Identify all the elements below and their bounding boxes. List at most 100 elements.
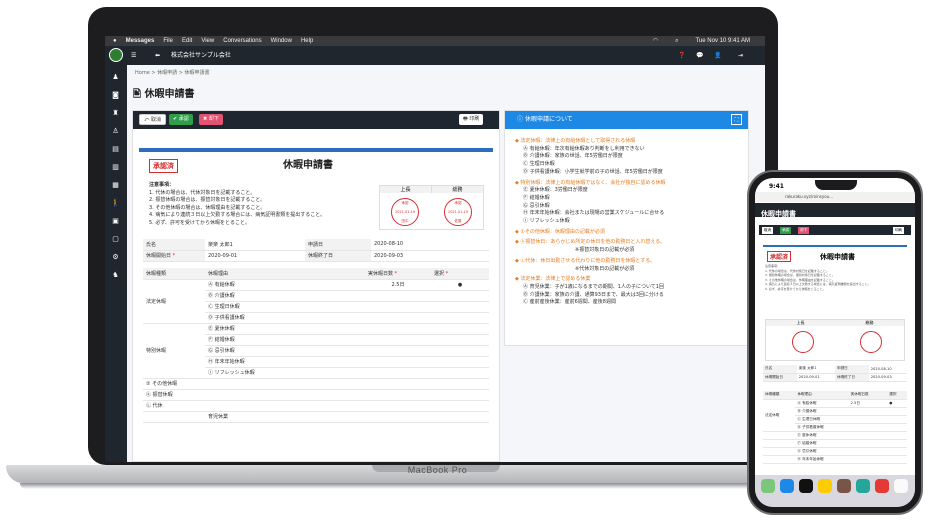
crumb-leave[interactable]: 休暇申請 — [157, 70, 177, 76]
info-line: ◆ 法定休業：法律上で認める休業 — [515, 276, 591, 283]
music-app-icon[interactable] — [894, 479, 908, 493]
menu-file[interactable]: File — [163, 36, 173, 46]
info-line: Ⓕ 結婚休暇 — [523, 194, 550, 201]
phone-time: 9:41 — [769, 183, 784, 190]
stamp-general: 承認 2021.01.19 佐藤 — [444, 198, 472, 226]
document-card: ⤺ 取消 ✔ 承認 ✖ 却下 🖶 印刷 承認済 休暇申請書 注意事項： 1. 代… — [132, 110, 500, 462]
notes: 注意事項： 1. 代休の場合は、代休対象日を記載すること。 2. 振替休暇の場合は… — [149, 182, 326, 226]
app-icon-5[interactable] — [837, 479, 851, 493]
page-title: 🖹 休暇申請書 — [133, 89, 195, 100]
breadcrumb: Home > 休暇申請 > 休暇申請書 — [135, 70, 210, 76]
phone-stamps: 上長 総務 — [765, 319, 905, 361]
file-icon[interactable]: ▥ — [111, 163, 120, 171]
help-icon[interactable]: ❓ — [678, 46, 685, 65]
withdraw-button[interactable]: ⤺ 取消 — [139, 114, 166, 125]
phone-stamp-2 — [860, 331, 882, 353]
info-line: Ⓓ 子供看護休暇：小学生就学前の子の世話、年5労働日が限度 — [523, 168, 663, 175]
walk-icon[interactable]: 🚶 — [111, 199, 120, 207]
approve-button[interactable]: ✔ 承認 — [169, 114, 193, 125]
sidebar: ♟ ◙ ♜ ♙ ▤ ▥ ▦ 🚶 ▣ ▢ ⚙ ♞ — [105, 65, 127, 462]
org-icon[interactable]: ♙ — [111, 127, 120, 135]
photos-app-icon[interactable] — [761, 479, 775, 493]
logout-icon[interactable]: ⇥ — [738, 46, 743, 65]
mac-menubar: ● Messages File Edit View Conversations … — [105, 36, 765, 46]
macbook-label: MacBook Pro — [407, 465, 468, 475]
menu-help[interactable]: Help — [301, 36, 313, 46]
phone-toolbar: 取消 承認 却下 印刷 — [759, 225, 911, 235]
approval-stamps: 上長 総務 承認 2021.01.19 田中 承認 2021.01.19 佐藤 — [379, 185, 484, 230]
crumb-current: 休暇申請書 — [184, 70, 210, 76]
app-icon-4[interactable] — [818, 479, 832, 493]
wifi-icon[interactable]: ◠ — [653, 36, 658, 46]
phone-leave-table: 休暇種類 休暇理由 実休暇日数 選択 法定休暇 Ⓐ 有給休暇 2.5日 ● Ⓑ 介護休暇 Ⓒ… — [763, 391, 907, 464]
hamburger-icon[interactable]: ☰ — [131, 46, 136, 65]
info-line: ◆ ①その他休暇：休暇理由の記載が必須 — [515, 228, 605, 235]
laptop-screen: ● Messages File Edit View Conversations … — [105, 36, 765, 462]
info-line: Ⓗ 年末年始休暇：会社または現場の営業スケジュールに合せる — [523, 210, 665, 217]
search-icon[interactable]: ⌕ — [675, 36, 678, 46]
clock[interactable]: Tue Nov 10 9:41 AM — [696, 36, 750, 46]
back-icon[interactable]: ⬅ — [155, 46, 160, 65]
crumb-home[interactable]: Home — [135, 70, 150, 76]
expand-icon[interactable]: ⛶ — [731, 114, 742, 125]
app-icon-7[interactable] — [875, 479, 889, 493]
main-content: Home > 休暇申請 > 休暇申請書 🖹 休暇申請書 ⤺ 取消 ✔ 承認 ✖ … — [127, 65, 765, 462]
app-icon-6[interactable] — [856, 479, 870, 493]
menu-edit[interactable]: Edit — [182, 36, 192, 46]
applicant-table: 氏名 楽楽 太郎1 申請日 2020-08-10 休暇開始日 * 2020-09-01 休… — [143, 239, 489, 262]
reject-button[interactable]: ✖ 却下 — [199, 114, 223, 125]
doc-header-bar — [139, 148, 493, 152]
menu-conversations[interactable]: Conversations — [223, 36, 261, 46]
company-name: 株式会社サンプル会社 — [171, 52, 231, 59]
info-header: ⓘ 休暇申請について ⛶ — [505, 111, 748, 129]
phone-approve-button[interactable]: 承認 — [780, 227, 791, 234]
people-icon[interactable]: ♜ — [111, 109, 120, 117]
phone-screen: 9:41 rakuraku.xyz/roinsyou... 休暇申請書 取消 承… — [755, 178, 915, 507]
leave-table: 休暇種類 休暇理由 実休暇日数 * 選択 * 法定休暇 Ⓐ 有給休暇 2.5日 ● Ⓑ 介護… — [143, 268, 489, 423]
phone-doc-title: 休暇申請書 — [820, 253, 855, 261]
info-line: Ⓒ 生理日休暇 — [523, 161, 555, 168]
phone-reject-button[interactable]: 却下 — [798, 227, 809, 234]
admin-icon[interactable]: ♞ — [111, 271, 120, 279]
document-icon[interactable]: ▤ — [111, 145, 120, 153]
company-logo[interactable] — [109, 48, 123, 62]
status-stamp: 承認済 — [149, 159, 178, 173]
info-card: ⓘ 休暇申請について ⛶ ◆ 法定休暇：法律上の有給休暇として取得される休暇 Ⓐ 有… — [504, 110, 749, 346]
menu-view[interactable]: View — [201, 36, 214, 46]
doc-toolbar: ⤺ 取消 ✔ 承認 ✖ 却下 🖶 印刷 — [133, 111, 499, 129]
settings-icon[interactable]: ⚙ — [111, 253, 120, 261]
apple-icon[interactable]: ● — [113, 36, 117, 46]
phone-status-stamp: 承認済 — [767, 251, 792, 262]
phone-withdraw-button[interactable]: 取消 — [762, 227, 773, 234]
menu-window[interactable]: Window — [271, 36, 292, 46]
user-icon[interactable]: 👤 — [714, 46, 721, 65]
appstore-app-icon[interactable] — [780, 479, 794, 493]
leave-item[interactable]: Ⓐ 有給休暇 — [205, 279, 365, 291]
info-line: Ⓒ 産前産後休業：産前6週間、産後8週間 — [523, 299, 616, 306]
info-icon: ⓘ — [517, 116, 524, 123]
info-line: ※代休対象日の記載が必須 — [575, 265, 635, 272]
info-line: ※振替対象日の記載が必須 — [575, 247, 635, 254]
profile-icon[interactable]: ◙ — [111, 91, 120, 99]
menu-messages[interactable]: Messages — [126, 36, 155, 46]
truck-icon[interactable]: ▦ — [111, 181, 120, 189]
building-icon[interactable]: ▢ — [111, 235, 120, 243]
calendar-icon[interactable]: ▣ — [111, 217, 120, 225]
document-icon: 🖹 — [133, 89, 142, 100]
info-line: Ⓘ リフレッシュ休暇 — [523, 218, 570, 225]
print-button[interactable]: 🖶 印刷 — [459, 114, 484, 125]
select-radio[interactable]: ● — [431, 279, 489, 291]
days-input[interactable]: 2.5日 — [365, 279, 431, 291]
info-line: ◆ ⓚ振替休日：あらかじめ所定の休日を他の勤務日と入れ替える。 — [515, 239, 666, 246]
laptop-shadow — [20, 483, 830, 489]
chat-icon[interactable]: 💬 — [696, 46, 703, 65]
info-line: Ⓑ 介護休暇：家族の世話、年5労働日が限度 — [523, 153, 623, 160]
phone-applicant-table: 氏名 楽楽 太郎1 申請日 2020-08-10 休暇開始日 2020-09-01 休暇終… — [763, 365, 907, 382]
phone-url-bar[interactable]: rakuraku.xyz/roinsyou... — [755, 192, 915, 202]
phone-print-button[interactable]: 印刷 — [893, 227, 904, 234]
phone-doc-bar — [763, 245, 907, 247]
pay-app-icon[interactable] — [799, 479, 813, 493]
user-menu-icon[interactable]: ♟ — [111, 73, 120, 81]
phone-notes: 注意事項： 1. 代休の場合は、代休対象日を記載すること。 2. 振替休暇の場合は、… — [765, 264, 871, 291]
info-line: Ⓔ 夏休休暇：3労働日が限度 — [523, 187, 588, 194]
